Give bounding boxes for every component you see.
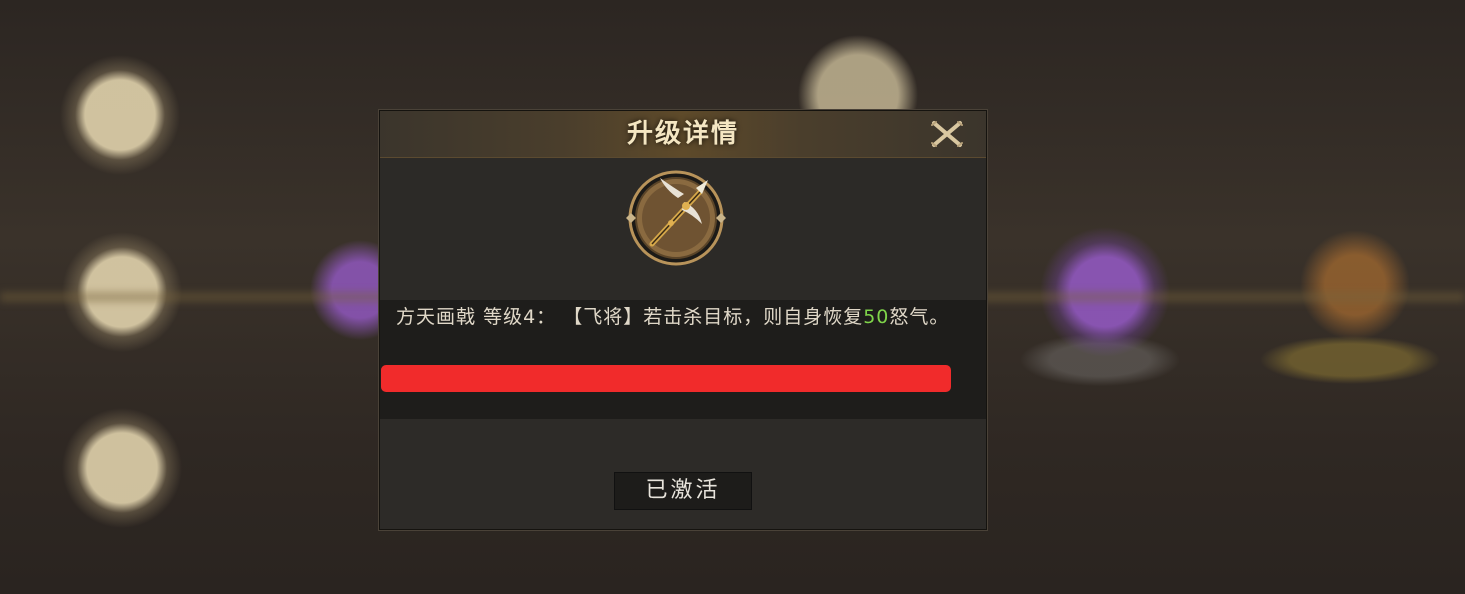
dialog-title-bar: 升级详情	[380, 111, 986, 158]
effect-value: 50	[863, 306, 890, 328]
item-icon-area	[380, 158, 986, 300]
dialog-title: 升级详情	[626, 119, 739, 149]
upgrade-description: 方天画戟 等级4： 【飞将】若击杀目标，则自身恢复50怒气。	[396, 303, 976, 332]
description-area: 方天画戟 等级4： 【飞将】若击杀目标，则自身恢复50怒气。	[380, 300, 986, 419]
effect-text-end: 怒气。	[889, 306, 950, 328]
dialog-footer: 已激活	[380, 419, 986, 529]
effect-text: 【飞将】若击杀目标，则自身恢复	[563, 306, 864, 328]
close-x-icon	[931, 121, 963, 147]
activated-status-button[interactable]: 已激活	[614, 472, 752, 510]
halberd-weapon-icon	[626, 170, 726, 266]
redaction-bar	[381, 365, 951, 392]
level-label: 等级4：	[483, 306, 557, 328]
close-button[interactable]	[930, 119, 964, 149]
weapon-name: 方天画戟	[396, 306, 477, 328]
upgrade-details-dialog: 升级详情 方天画戟 等级4： 【飞将】若击杀目标，则自身恢复50怒气。 已激活	[379, 110, 987, 530]
